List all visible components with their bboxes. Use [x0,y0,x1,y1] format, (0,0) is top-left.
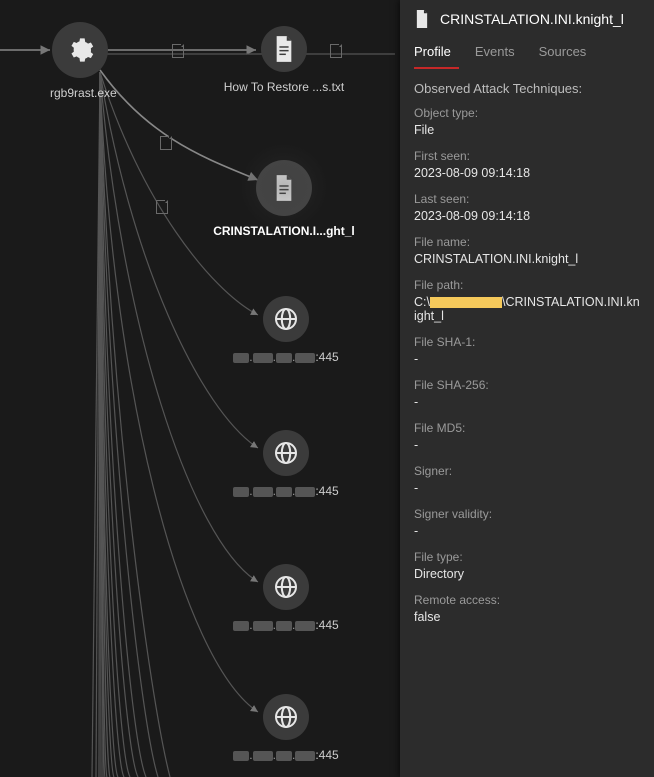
field-file-type: File type: Directory [400,544,654,587]
field-remote-access: Remote access: false [400,587,654,630]
field-value: File [414,123,640,137]
field-file-path: File path: C:\\CRINSTALATION.INI.knight_… [400,272,654,329]
field-label: File SHA-1: [414,335,640,349]
edge-file-marker [330,44,342,58]
field-label: File path: [414,278,640,292]
node-file-restore-txt[interactable]: How To Restore ...s.txt [254,26,314,94]
tab-profile[interactable]: Profile [414,38,459,69]
node-host[interactable]: ...:445 [256,296,316,364]
redacted-segment [430,297,502,308]
node-file-selected[interactable]: CRINSTALATION.I...ght_l [254,160,314,238]
port-label: :445 [315,618,338,632]
field-label: Signer: [414,464,640,478]
field-label: Object type: [414,106,640,120]
field-label: File type: [414,550,640,564]
globe-icon [263,694,309,740]
node-process-root[interactable]: rgb9rast.exe [50,22,110,100]
node-host[interactable]: ...:445 [256,694,316,762]
section-heading: Observed Attack Techniques: [400,69,654,100]
port-label: :445 [315,350,338,364]
field-first-seen: First seen: 2023-08-09 09:14:18 [400,143,654,186]
field-label: File SHA-256: [414,378,640,392]
details-panel: CRINSTALATION.INI.knight_l Profile Event… [400,0,654,777]
edge-file-marker [156,200,168,214]
node-label: rgb9rast.exe [50,86,110,100]
field-label: Last seen: [414,192,640,206]
field-value: - [414,524,640,538]
field-value: - [414,481,640,495]
field-value: 2023-08-09 09:14:18 [414,166,640,180]
port-label: :445 [315,748,338,762]
globe-icon [263,430,309,476]
panel-header: CRINSTALATION.INI.knight_l [400,0,654,34]
tab-events[interactable]: Events [475,38,523,69]
gear-icon [52,22,108,78]
field-value: - [414,352,640,366]
file-icon [414,10,430,28]
globe-icon [263,296,309,342]
field-sha256: File SHA-256: - [400,372,654,415]
field-value: Directory [414,567,640,581]
tab-sources[interactable]: Sources [539,38,595,69]
node-host[interactable]: ...:445 [256,564,316,632]
node-ip-label: ...:445 [216,748,356,762]
edge-file-marker [160,136,172,150]
file-icon [256,160,312,216]
panel-title: CRINSTALATION.INI.knight_l [440,11,624,27]
field-label: Signer validity: [414,507,640,521]
field-value: - [414,438,640,452]
field-file-name: File name: CRINSTALATION.INI.knight_l [400,229,654,272]
port-label: :445 [315,484,338,498]
field-sha1: File SHA-1: - [400,329,654,372]
node-ip-label: ...:445 [216,618,356,632]
field-label: File MD5: [414,421,640,435]
field-value: 2023-08-09 09:14:18 [414,209,640,223]
field-value: false [414,610,640,624]
graph-canvas[interactable]: rgb9rast.exe How To Restore ...s.txt CRI… [0,0,400,777]
file-icon [261,26,307,72]
field-md5: File MD5: - [400,415,654,458]
panel-tabs: Profile Events Sources [400,34,654,69]
node-label: How To Restore ...s.txt [204,80,364,94]
field-value: CRINSTALATION.INI.knight_l [414,252,640,266]
graph-edges [0,0,400,777]
field-signer: Signer: - [400,458,654,501]
edge-file-marker [172,44,184,58]
path-prefix: C:\ [414,295,430,309]
field-label: First seen: [414,149,640,163]
field-signer-validity: Signer validity: - [400,501,654,544]
node-ip-label: ...:445 [216,484,356,498]
globe-icon [263,564,309,610]
field-value: - [414,395,640,409]
field-last-seen: Last seen: 2023-08-09 09:14:18 [400,186,654,229]
field-value: C:\\CRINSTALATION.INI.knight_l [414,295,640,323]
node-label: CRINSTALATION.I...ght_l [199,224,369,238]
node-host[interactable]: ...:445 [256,430,316,498]
field-label: Remote access: [414,593,640,607]
field-label: File name: [414,235,640,249]
field-object-type: Object type: File [400,100,654,143]
node-ip-label: ...:445 [216,350,356,364]
